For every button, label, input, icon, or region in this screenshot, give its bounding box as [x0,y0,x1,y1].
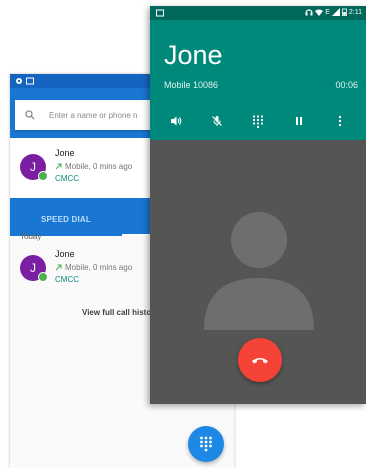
search-icon [25,110,35,120]
status-time: 2:11 [348,8,362,16]
presence-dot [38,171,48,181]
contact-name: Jone [55,249,75,259]
battery-icon [341,8,347,16]
default-person-icon [204,212,314,330]
end-call-button[interactable] [238,338,282,382]
contact-name: Jone [55,148,75,158]
mute-icon [212,116,223,126]
dialpad-fab[interactable] [188,426,224,462]
call-header: Jone Mobile 10086 00:06 [150,20,366,140]
dialpad-button[interactable] [246,109,270,133]
caller-name: Jone [164,40,223,70]
image-status-icon [156,9,164,17]
hang-up-icon [252,358,268,364]
settings-status-icon [16,78,22,84]
outgoing-call-icon [55,264,62,271]
speaker-button[interactable] [164,109,188,133]
image-status-icon [26,77,34,85]
call-timer: 00:06 [335,80,358,90]
search-placeholder[interactable]: Enter a name or phone n [49,111,138,120]
network-type: E [325,8,330,16]
carrier-label: CMCC [55,174,79,183]
in-call-screen: E 2:11 Jone Mobile 10086 00:06 [150,6,366,404]
pause-icon [295,117,302,125]
mute-button[interactable] [205,109,229,133]
outgoing-call-icon [55,163,62,170]
hold-button[interactable] [287,109,311,133]
caller-number: Mobile 10086 [164,80,219,90]
call-controls [150,108,366,134]
dialpad-icon [200,436,212,452]
presence-dot [38,272,48,282]
carrier-label: CMCC [55,275,79,284]
view-full-history-link[interactable]: View full call histo [82,308,151,317]
more-vert-icon [338,115,341,127]
wifi-icon [315,9,324,16]
call-meta: Mobile, 0 mins ago [55,263,132,272]
call-status-bar: E 2:11 [150,6,366,20]
status-icons: E 2:11 [305,8,362,16]
avatar: J [20,255,48,282]
signal-icon [331,8,340,16]
headset-icon [305,9,313,16]
call-meta: Mobile, 0 mins ago [55,162,132,171]
avatar: J [20,154,48,181]
speaker-icon [171,116,182,126]
dialpad-icon [252,115,263,128]
more-options-button[interactable] [328,109,352,133]
